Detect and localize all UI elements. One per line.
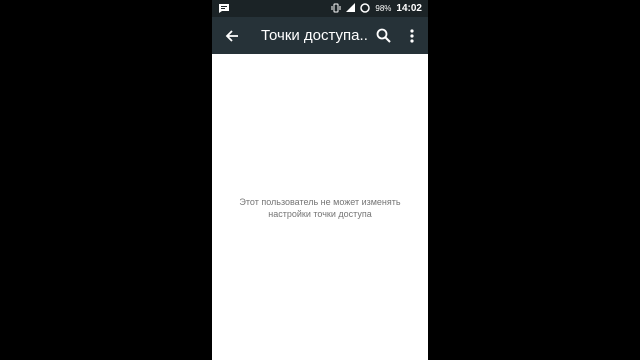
arrow-back-icon[interactable] [222, 26, 242, 46]
battery-percent: 98% [375, 4, 392, 13]
clock: 14:02 [396, 3, 422, 14]
more-vert-icon[interactable] [404, 26, 420, 46]
vibrate-icon [331, 3, 341, 15]
page-title: Точки доступа... [261, 27, 369, 44]
battery-icon [360, 2, 371, 15]
restriction-message: Этот пользователь не может изменять наст… [212, 196, 428, 220]
phone-screen: 98% 14:02 Точки доступа... Этот пользова… [212, 0, 428, 360]
signal-icon [346, 3, 356, 14]
message-line-2: настройки точки доступа [268, 209, 372, 219]
search-icon[interactable] [374, 26, 394, 46]
content-area: Этот пользователь не может изменять наст… [212, 54, 428, 360]
chat-bubble-icon [218, 3, 230, 14]
message-line-1: Этот пользователь не может изменять [239, 197, 401, 207]
toolbar: Точки доступа... [212, 17, 428, 54]
status-bar: 98% 14:02 [212, 0, 428, 17]
status-icons: 98% 14:02 [331, 0, 422, 17]
